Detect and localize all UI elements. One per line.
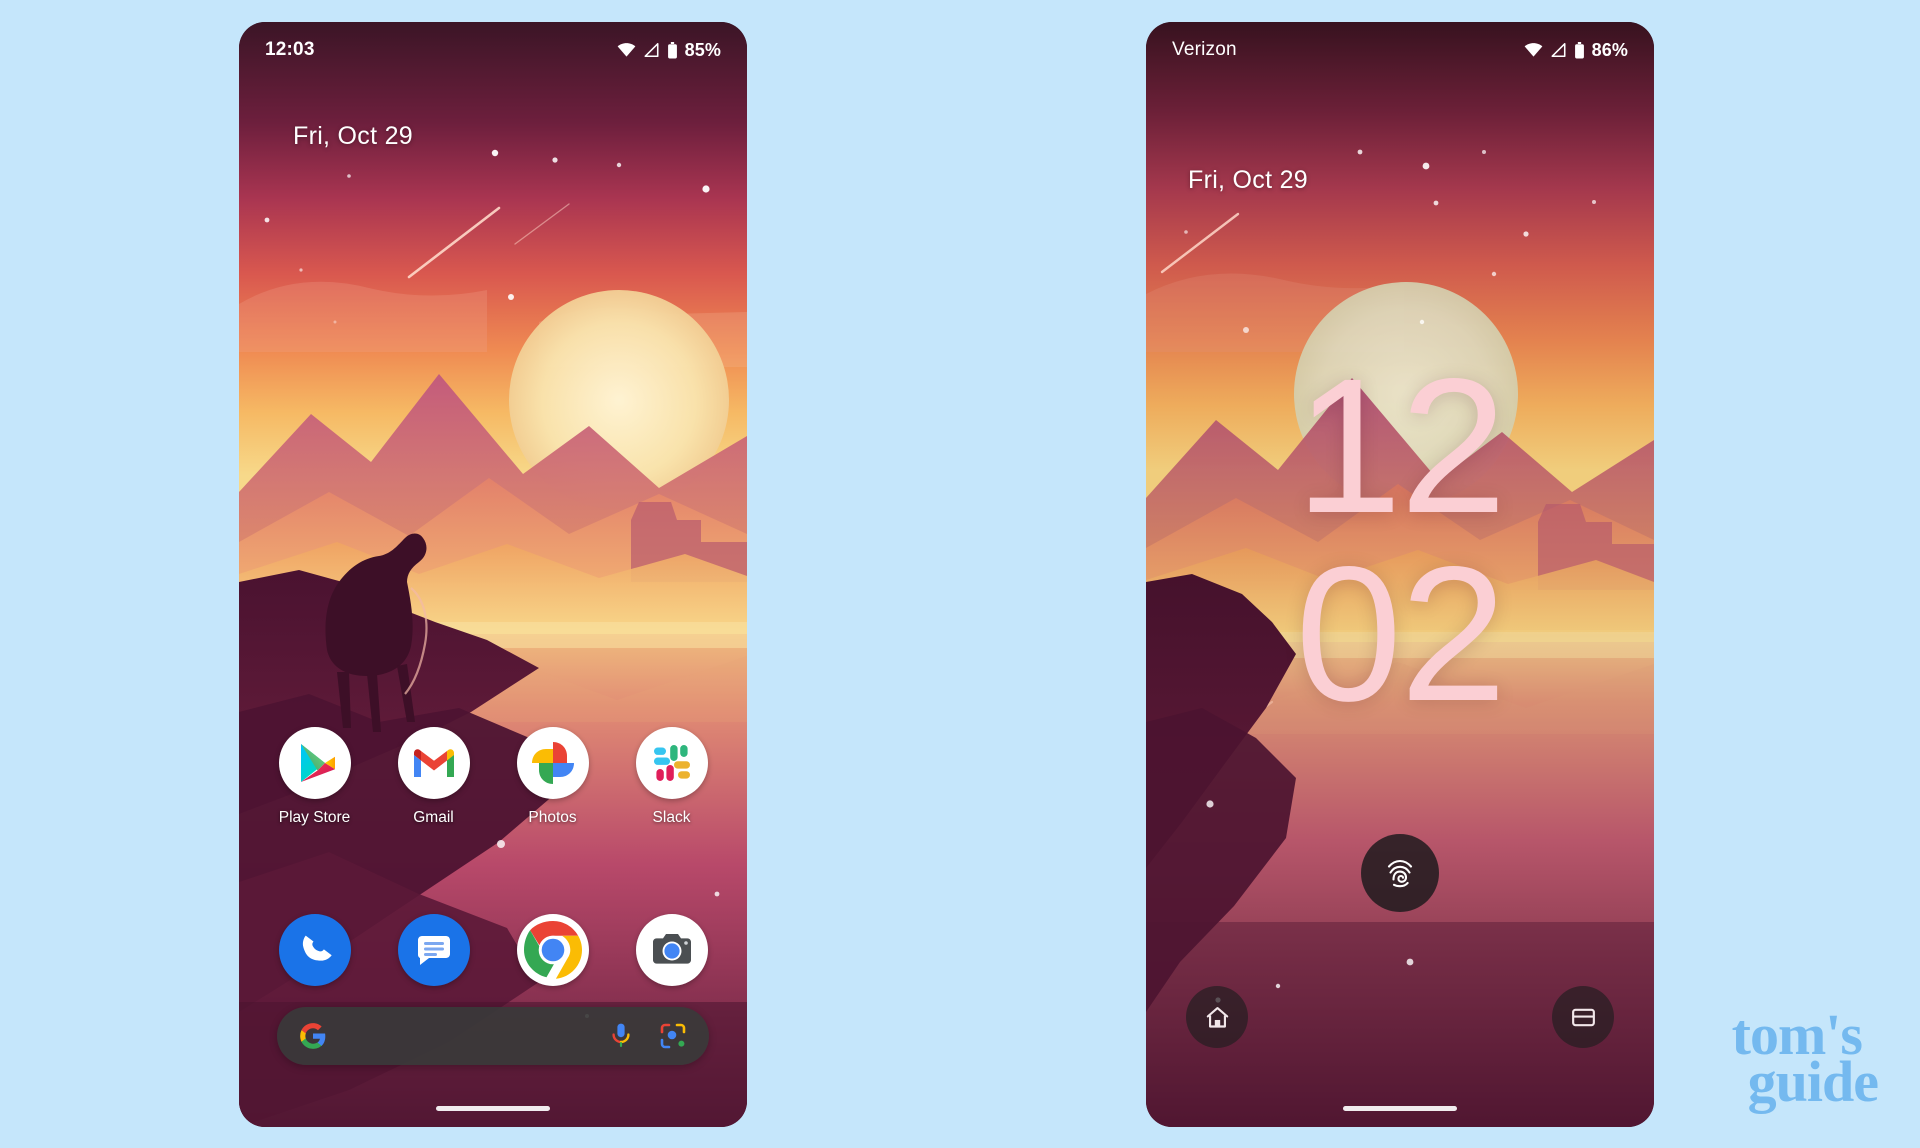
watermark-line-2: guide [1747, 1049, 1879, 1115]
toms-guide-watermark: tom's guide [1732, 1006, 1879, 1115]
carrier-label: Verizon [1172, 39, 1237, 60]
status-bar: Verizon 86% [1146, 22, 1654, 78]
battery-icon [667, 41, 677, 58]
wallet-shortcut[interactable] [1552, 986, 1614, 1048]
slack-icon[interactable] [635, 727, 708, 799]
app-camera[interactable] [620, 914, 724, 986]
app-slack[interactable]: Slack [620, 727, 724, 827]
navigation-pill[interactable] [436, 1106, 550, 1111]
home-controls-icon [1206, 1006, 1228, 1028]
battery-icon [1574, 41, 1584, 58]
app-gmail[interactable]: Gmail [382, 727, 486, 827]
microphone-icon[interactable] [609, 1022, 633, 1050]
signal-icon [644, 43, 659, 57]
battery-percent-label: 85% [684, 39, 721, 60]
chrome-icon[interactable] [516, 914, 589, 986]
camera-icon[interactable] [635, 914, 708, 986]
play-store-icon[interactable] [278, 727, 351, 799]
gmail-icon[interactable] [397, 727, 470, 799]
date-widget[interactable]: Fri, Oct 29 [293, 122, 413, 151]
google-photos-icon[interactable] [516, 727, 589, 799]
app-label: Photos [528, 809, 577, 826]
app-play-store[interactable]: Play Store [263, 727, 367, 827]
lock-date-label: Fri, Oct 29 [1188, 166, 1308, 194]
app-label: Play Store [278, 809, 351, 826]
app-row-main: Play Store Gmail Photos Slack [239, 727, 747, 827]
battery-percent-label: 86% [1591, 39, 1628, 60]
google-search-bar[interactable] [277, 1007, 709, 1065]
home-controls-shortcut[interactable] [1186, 986, 1248, 1048]
navigation-pill[interactable] [1343, 1106, 1457, 1111]
fingerprint-icon[interactable] [1361, 834, 1439, 912]
app-messages[interactable] [382, 914, 486, 986]
phone-icon[interactable] [278, 914, 351, 986]
wifi-icon [1524, 43, 1543, 57]
phone-lock-screen[interactable]: Verizon 86% Fri, Oct 29 12 02 [1146, 22, 1654, 1127]
clock-hours: 12 [1295, 338, 1507, 553]
app-label: Slack [652, 809, 691, 826]
wallet-icon [1571, 1008, 1595, 1026]
status-bar-time: 12:03 [265, 39, 315, 60]
app-label: Gmail [413, 809, 454, 826]
app-phone[interactable] [263, 914, 367, 986]
clock-minutes: 02 [1295, 526, 1507, 742]
lock-clock: 12 02 [1146, 338, 1654, 742]
status-bar: 12:03 85% [239, 22, 747, 78]
wifi-icon [617, 43, 636, 57]
app-chrome[interactable] [501, 914, 605, 986]
google-lens-icon[interactable] [659, 1022, 687, 1050]
google-g-icon [300, 1023, 326, 1049]
app-row-dock [239, 914, 747, 986]
messages-icon[interactable] [397, 914, 470, 986]
signal-icon [1551, 43, 1566, 57]
app-photos[interactable]: Photos [501, 727, 605, 827]
phone-home-screen[interactable]: 12:03 85% Fri, Oct 29 Play Store Gmail P… [239, 22, 747, 1127]
